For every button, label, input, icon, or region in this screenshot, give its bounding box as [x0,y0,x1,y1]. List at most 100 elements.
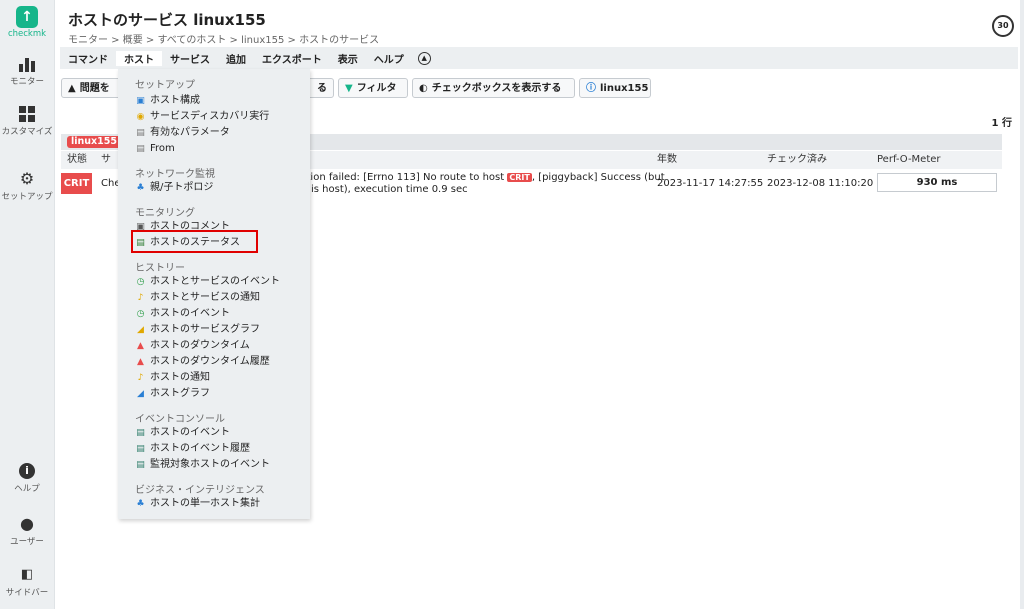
nav-customize-label: カスタマイズ [1,127,53,137]
nav-sidebar[interactable]: ◧ サイドバー [0,566,54,598]
nav-user[interactable]: ● ユーザー [0,514,54,548]
nav-help-label: ヘルプ [14,484,40,494]
summary-line1: ction failed: [Errno 113] No route to ho… [301,172,665,183]
service-discovery-icon: ◉ [136,112,145,122]
nav-customize[interactable]: カスタマイズ [0,106,54,137]
host-events-label: ホストのイベント [150,308,230,319]
menu-item-effective-params[interactable]: ▤ 有効なパラメータ [135,126,230,140]
menubar: コマンド ホスト サービス 追加 エクスポート 表示 ヘルプ ▲ [60,47,1018,69]
menu-host[interactable]: ホスト [116,50,162,66]
bi-single-host-label: ホストの単一ホスト集計 [150,498,260,509]
graph-icon: ◢ [137,389,144,399]
host-button-label: linux155 [600,83,649,94]
nav-setup[interactable]: ⚙ セットアップ [0,169,54,203]
menu-item-topology[interactable]: ♣ 親/子トポロジ [135,181,213,195]
host-service-events-label: ホストとサービスのイベント [150,276,280,287]
menu-item-host-graphs[interactable]: ◢ ホストグラフ [135,387,210,401]
menu-display[interactable]: 表示 [330,51,366,66]
header-perf[interactable]: Perf-O-Meter [877,151,941,169]
clock-icon: ◷ [136,309,145,319]
warning-icon: ▲ [68,83,76,94]
menu-item-ec-monitored-host-events[interactable]: ▤ 監視対象ホストのイベント [135,458,270,472]
from-label: From [150,143,175,154]
partial-button[interactable]: る [306,78,334,98]
from-icon: ▤ [136,144,145,154]
host-service-graphs-label: ホストのサービスグラフ [150,324,260,335]
ec-host-events-label: ホストのイベント [150,427,230,438]
downtime-icon: ▲ [137,357,144,367]
summary-text-b: , [piggyback] Success (but [531,172,665,183]
row-count: 1 行 [991,118,1012,129]
section-network: ネットワーク監視 [135,169,215,180]
header-checked[interactable]: チェック済み [767,151,827,169]
menu-item-ec-host-events[interactable]: ▤ ホストのイベント [135,426,230,440]
highlight-box [131,230,258,253]
summary-line2: is host), execution time 0.9 sec [311,184,468,195]
page-title: ホストのサービス linux155 [68,11,266,29]
host-graphs-label: ホストグラフ [150,388,210,399]
parameters-icon: ▤ [136,128,145,138]
effective-params-label: 有効なパラメータ [150,127,230,138]
checked-value: 2023-12-08 11:10:20 [767,178,874,189]
service-discovery-label: サービスディスカバリ実行 [150,111,270,122]
event-list-icon: ▤ [136,428,145,438]
nav-sidebar-label: サイドバー [5,588,49,598]
menu-help[interactable]: ヘルプ [366,51,412,66]
topology-icon: ♣ [136,183,145,193]
host-linux155-button[interactable]: ⓘ linux155 [579,78,651,98]
host-tag[interactable]: linux155 [67,136,121,148]
info-circle-icon: ⓘ [586,83,596,94]
user-icon: ● [20,514,34,533]
menu-commands[interactable]: コマンド [60,51,116,66]
menu-item-host-downtimes[interactable]: ▲ ホストのダウンタイム [135,339,250,353]
bar-chart-icon [0,56,54,72]
filter-button-label: フィルタ [356,83,397,94]
menu-item-service-discovery[interactable]: ◉ サービスディスカバリ実行 [135,110,270,124]
section-bi: ビジネス・インテリジェンス [135,485,265,496]
problems-button-label: 問題を [79,83,110,94]
nav-monitor[interactable]: モニター [0,56,54,87]
host-downtime-history-label: ホストのダウンタイム履歴 [150,356,270,367]
nav-help[interactable]: i ヘルプ [0,463,54,494]
menu-item-host-events[interactable]: ◷ ホストのイベント [135,307,230,321]
perf-o-meter: 930 ms [877,173,997,192]
checkmk-logo[interactable]: ↑ checkmk [0,6,54,39]
header-service[interactable]: サ [101,151,111,169]
menu-item-host-downtime-history[interactable]: ▲ ホストのダウンタイム履歴 [135,355,270,369]
refresh-timer[interactable]: 30 [992,15,1014,37]
summary-text-a: ction failed: [Errno 113] No route to ho… [301,172,505,183]
chevron-up-icon[interactable]: ▲ [417,51,431,65]
menu-item-host-service-graphs[interactable]: ◢ ホストのサービスグラフ [135,323,260,337]
downtime-icon: ▲ [137,341,144,351]
menu-item-ec-host-event-history[interactable]: ▤ ホストのイベント履歴 [135,442,250,456]
breadcrumb[interactable]: モニター > 概要 > すべてのホスト > linux155 > ホストのサービ… [68,31,379,46]
clock-icon: ◷ [136,277,145,287]
gear-icon: ⚙ [19,169,35,188]
ec-host-event-history-label: ホストのイベント履歴 [150,443,250,454]
header-state[interactable]: 状態 [67,151,87,169]
section-event-console: イベントコンソール [135,414,225,425]
menu-item-host-service-notifications[interactable]: ♪ ホストとサービスの通知 [135,291,260,305]
host-config-icon: ▣ [136,96,145,106]
graph-icon: ◢ [137,325,144,335]
menu-item-host-notifications[interactable]: ♪ ホストの通知 [135,371,210,385]
menu-export[interactable]: エクスポート [254,51,330,66]
show-checkboxes-button[interactable]: ◐ チェックボックスを表示する [412,78,575,98]
header-age[interactable]: 年数 [657,151,677,169]
menu-service[interactable]: サービス [162,51,218,66]
nav-setup-label: セットアップ [1,192,53,202]
filter-button[interactable]: ▼ フィルタ [338,78,408,98]
bell-icon: ♪ [137,293,144,303]
menu-item-host-service-events[interactable]: ◷ ホストとサービスのイベント [135,275,280,289]
summary-crit-badge: CRIT [507,173,532,182]
problems-button[interactable]: ▲ 問題を [61,78,121,98]
event-list-icon: ▤ [136,444,145,454]
section-history: ヒストリー [135,263,185,274]
info-icon: i [19,463,35,479]
menu-add[interactable]: 追加 [218,51,254,66]
menu-item-bi-single-host[interactable]: ♣ ホストの単一ホスト集計 [135,497,260,511]
menu-item-from[interactable]: ▤ From [135,142,175,156]
ec-monitored-host-events-label: 監視対象ホストのイベント [150,459,270,470]
section-setup: セットアップ [135,80,195,91]
menu-item-host-config[interactable]: ▣ ホスト構成 [135,94,200,108]
